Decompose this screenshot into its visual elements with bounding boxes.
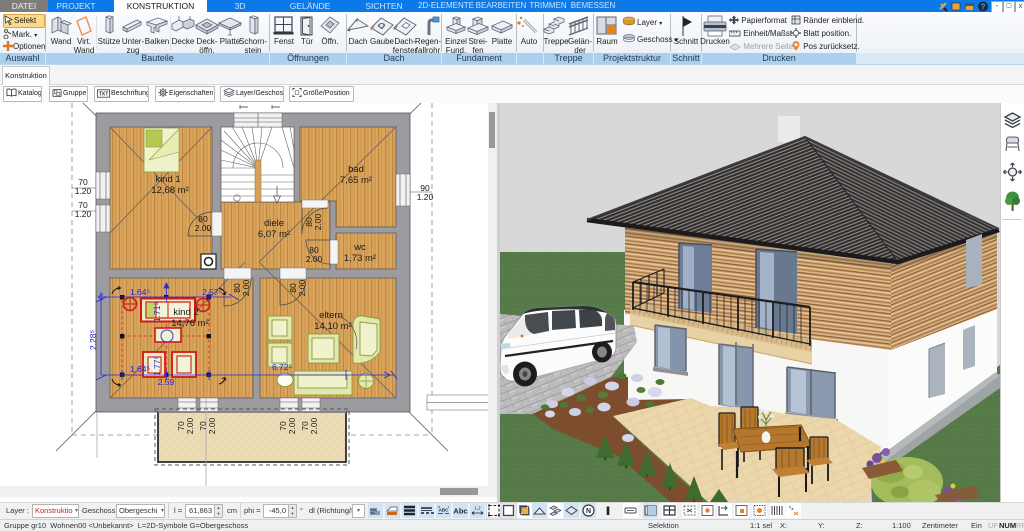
svg-text:ABC: ABC <box>439 508 449 513</box>
svg-text:6,07 m²: 6,07 m² <box>258 229 290 240</box>
svg-text:¹₂: ¹₂ <box>789 505 794 512</box>
svg-text:N: N <box>586 508 591 515</box>
svg-text:1,73 m²: 1,73 m² <box>344 253 376 264</box>
svg-text:kind 2: kind 2 <box>173 307 198 318</box>
svg-text:2.28⁵: 2.28⁵ <box>88 330 98 350</box>
svg-text:wc: wc <box>353 242 366 253</box>
svg-text:2.00: 2.00 <box>309 417 319 434</box>
svg-text:Abc: Abc <box>453 507 467 516</box>
svg-text:1.20: 1.20 <box>417 192 434 202</box>
svg-text:14,10 m²: 14,10 m² <box>314 321 352 332</box>
svg-text:eltern: eltern <box>319 310 343 321</box>
svg-text:1.77⁵: 1.77⁵ <box>152 356 162 376</box>
svg-text:1.64⁵: 1.64⁵ <box>130 287 150 297</box>
svg-text:kind 1: kind 1 <box>155 174 180 185</box>
svg-text:2.00: 2.00 <box>287 417 297 434</box>
svg-text:2.59: 2.59 <box>158 377 175 387</box>
svg-text:2.57⁵: 2.57⁵ <box>202 287 222 297</box>
svg-text:diele: diele <box>264 218 284 229</box>
svg-text:14,76 m²: 14,76 m² <box>171 318 209 329</box>
svg-text:1.20: 1.20 <box>75 186 92 196</box>
svg-text:1.64⁵: 1.64⁵ <box>130 364 150 374</box>
svg-text:1,2: 1,2 <box>474 506 481 511</box>
svg-text:2.00: 2.00 <box>313 213 323 230</box>
svg-text:?: ? <box>981 3 986 12</box>
svg-text:2.00: 2.00 <box>241 279 251 296</box>
svg-text:2.00: 2.00 <box>297 279 307 296</box>
svg-text:7,65 m²: 7,65 m² <box>340 175 372 186</box>
svg-text:TXT: TXT <box>99 91 110 97</box>
svg-text:1.20: 1.20 <box>75 209 92 219</box>
svg-text:2.00: 2.00 <box>195 223 212 233</box>
svg-text:2.00: 2.00 <box>185 417 195 434</box>
svg-text:12,68 m²: 12,68 m² <box>151 185 189 196</box>
svg-text:1.71⁵: 1.71⁵ <box>152 302 162 322</box>
svg-text:bad: bad <box>348 164 364 175</box>
svg-text:2.00: 2.00 <box>207 417 217 434</box>
svg-text:2.00: 2.00 <box>306 254 323 264</box>
svg-text:6.72⁵: 6.72⁵ <box>272 362 292 372</box>
